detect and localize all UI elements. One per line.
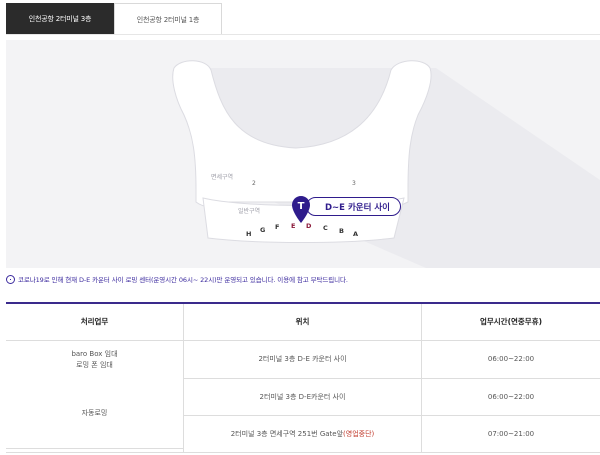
hours-cell: 07:00~21:00 [487,429,535,438]
closed-status-text: (영업중단) [343,429,375,438]
info-icon [6,274,15,284]
location-callout-label: D~E 카운터 사이 [325,202,391,213]
counter-f: F [275,223,280,231]
hours-cell: 06:00~22:00 [487,392,535,401]
task-cell-merged: 자동로밍 [6,378,184,449]
tabs-divider [6,34,600,35]
counter-g: G [260,226,266,234]
location-text: 2터미널 3층 면세구역 251번 Gate앞 [230,429,344,438]
gate-3-label: 3 [352,180,356,187]
task-cell: baro Box 임대 로밍 폰 임대 [6,341,184,378]
table-header-row: 처리업무 위치 업무시간(연중무휴) [6,304,600,341]
table-header-location: 위치 [184,304,422,340]
location-callout: D~E 카운터 사이 [306,197,402,216]
duty-free-zone-label: 면세구역 [211,174,234,181]
task-line: baro Box 임대 [71,350,118,359]
notice-bar: 코로나19로 인해 현재 D-E 카운터 사이 로밍 센터(운영시간 06시~ … [6,274,348,284]
terminal-tabs: 인천공항 2터미널 3층 인천공항 2터미널 1층 [6,3,222,35]
table-header-task: 처리업무 [6,304,184,340]
location-cell: 2터미널 3층 면세구역 251번 Gate앞 (영업중단) [184,416,422,452]
tab-terminal2-floor3[interactable]: 인천공항 2터미널 3층 [6,3,114,35]
counter-c: C [323,224,328,232]
notice-text: 코로나19로 인해 현재 D-E 카운터 사이 로밍 센터(운영시간 06시~ … [18,276,348,284]
task-line: 로밍 폰 임대 [76,360,113,369]
terminal-map: 면세구역 일반구역 2 3 H G F E D C B A [6,40,600,268]
service-table: 처리업무 위치 업무시간(연중무휴) baro Box 임대 로밍 폰 임대 2… [6,302,600,453]
general-zone-label: 일반구역 [238,208,261,215]
terminal-floorplan [172,60,600,268]
gate-2-label: 2 [252,180,256,187]
task-text: 자동로밍 [81,409,108,417]
table-header-hours: 업무시간(연중무휴) [479,316,543,326]
hours-cell: 06:00~22:00 [487,355,535,364]
counter-a: A [353,230,359,238]
tab-terminal2-floor1[interactable]: 인천공항 2터미널 1층 [114,3,222,35]
location-cell: 2터미널 3층 D-E 카운터 사이 [184,341,422,378]
table-row: baro Box 임대 로밍 폰 임대 2터미널 3층 D-E 카운터 사이 0… [6,341,600,379]
counter-b: B [339,227,344,235]
counter-h: H [246,230,252,238]
location-pin-icon: T [292,196,310,223]
pin-glyph: T [298,201,305,212]
location-cell: 2터미널 3층 D-E카운터 사이 [184,379,422,415]
